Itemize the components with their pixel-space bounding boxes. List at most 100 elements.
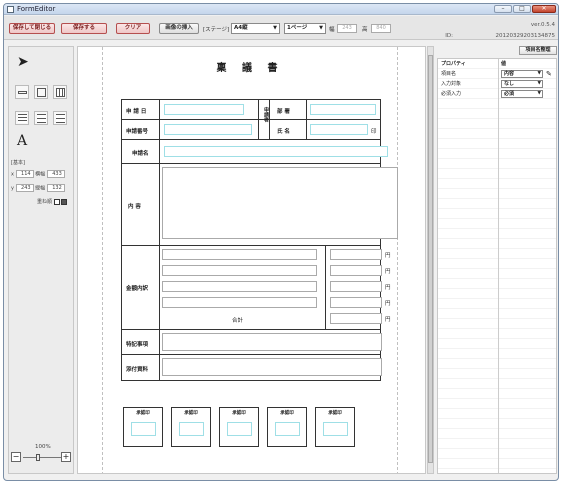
total-value[interactable] <box>330 313 382 324</box>
amount-item-2[interactable] <box>162 265 317 276</box>
text-icon[interactable]: A <box>17 133 27 149</box>
list-icon[interactable] <box>15 111 29 125</box>
send-back-icon[interactable] <box>61 198 68 205</box>
section-basic: [基本] <box>11 160 25 166</box>
property-row: 項目名 内容 ▼ ✎ <box>438 69 556 79</box>
amount-item-1[interactable] <box>162 249 317 260</box>
stage-label: [ステージ] <box>203 27 230 33</box>
zoom-in-button[interactable]: + <box>61 452 71 462</box>
special-textarea[interactable] <box>162 333 382 351</box>
window-title: FormEditor <box>17 5 56 13</box>
h-input[interactable]: 132 <box>46 184 65 192</box>
property-value: 必須 <box>504 91 515 97</box>
version-text: ver.0.5.4 <box>530 22 555 28</box>
apply-no-label: 申請番号 <box>126 129 149 135</box>
amount-item-4[interactable] <box>162 297 317 308</box>
height-input[interactable]: 840 <box>371 24 391 33</box>
approval-stamp-5[interactable]: 承認印 <box>315 407 355 447</box>
pencil-icon[interactable]: ✎ <box>546 69 552 79</box>
apply-date-label: 申 請 日 <box>126 109 147 115</box>
h-label: 縦幅 <box>35 185 46 192</box>
approval-stamp-4[interactable]: 承認印 <box>267 407 307 447</box>
apply-no-input[interactable] <box>164 124 252 135</box>
w-input[interactable]: 433 <box>46 170 65 178</box>
name-label: 氏 名 <box>277 129 290 135</box>
special-label: 特記事項 <box>126 342 149 348</box>
close-button[interactable]: ✕ <box>532 5 556 13</box>
properties-panel: プロパティ 値 項目名 内容 ▼ ✎ 入力対象 なし ▼ 必須入力 必須 ▼ <box>437 58 557 474</box>
ringi-form: 申 請 日 部 署 申請番号 氏 名 印 申請者 申請名 内 容 金額内訳 合計… <box>121 99 398 381</box>
maximize-button[interactable]: □ <box>513 5 531 13</box>
order-row: 重ね順 <box>37 198 68 205</box>
grid-icon[interactable] <box>53 85 67 99</box>
approval-stamp-1[interactable]: 承認印 <box>123 407 163 447</box>
chevron-down-icon: ▼ <box>537 71 541 76</box>
approval-stamp-2[interactable]: 承認印 <box>171 407 211 447</box>
property-header: プロパティ <box>441 61 466 67</box>
checkbox-list-icon[interactable] <box>53 111 67 125</box>
order-label: 重ね順 <box>37 199 53 205</box>
stamp-label: 承認印 <box>136 411 150 416</box>
property-row: 必須入力 必須 ▼ <box>438 89 556 99</box>
app-window: FormEditor – □ ✕ 保存して閉じる 保存する クリア 画像の挿入 … <box>3 3 559 481</box>
y-input[interactable]: 243 <box>15 184 34 192</box>
row-item-name: 申請名 <box>122 140 388 164</box>
radio-list-icon[interactable] <box>34 111 48 125</box>
property-value-select[interactable]: 内容 ▼ <box>501 70 543 78</box>
tool-palette: ➤ A [基本] x 114 横幅 433 y 243 縦幅 132 重ね順 1… <box>8 46 74 474</box>
zoom-slider-thumb[interactable] <box>36 454 40 461</box>
amount-value-2[interactable] <box>330 265 382 276</box>
yen-3: 円 <box>385 285 391 291</box>
property-value: なし <box>504 81 515 87</box>
id-label: ID: <box>445 33 453 39</box>
save-close-button[interactable]: 保存して閉じる <box>9 23 55 34</box>
width-input[interactable]: 243 <box>337 24 357 33</box>
paper: 稟 議 書 申 請 日 部 署 申請番号 氏 名 印 申請者 申請名 内 容 金… <box>102 47 398 473</box>
properties-header: プロパティ 値 <box>438 59 556 69</box>
zoom-out-button[interactable]: − <box>11 452 21 462</box>
canvas-scrollbar[interactable] <box>427 46 434 474</box>
textbox-icon[interactable] <box>15 85 29 99</box>
item-name-input[interactable] <box>164 146 388 157</box>
amount-value-1[interactable] <box>330 249 382 260</box>
properties-toolbar: 項目名整理 <box>437 46 557 56</box>
amount-value-4[interactable] <box>330 297 382 308</box>
pages-value: 1ページ <box>287 25 308 31</box>
chevron-down-icon: ▼ <box>273 25 277 31</box>
property-name: 入力対象 <box>441 81 462 87</box>
approval-stamp-3[interactable]: 承認印 <box>219 407 259 447</box>
content-textarea[interactable] <box>162 167 398 239</box>
yen-5: 円 <box>385 317 391 323</box>
yen-1: 円 <box>385 253 391 259</box>
property-value-select[interactable]: 必須 ▼ <box>501 90 543 98</box>
attachments-textarea[interactable] <box>162 358 382 376</box>
property-value-select[interactable]: なし ▼ <box>501 80 543 88</box>
organize-items-button[interactable]: 項目名整理 <box>519 46 557 55</box>
clear-button[interactable]: クリア <box>116 23 150 34</box>
save-button[interactable]: 保存する <box>61 23 107 34</box>
department-input[interactable] <box>310 104 376 115</box>
select-arrow-icon[interactable]: ➤ <box>17 55 29 69</box>
chevron-down-icon: ▼ <box>319 25 323 31</box>
amount-value-3[interactable] <box>330 281 382 292</box>
amount-label: 金額内訳 <box>126 286 149 292</box>
minimize-button[interactable]: – <box>494 5 512 13</box>
name-input[interactable] <box>310 124 368 135</box>
design-canvas[interactable]: 稟 議 書 申 請 日 部 署 申請番号 氏 名 印 申請者 申請名 内 容 金… <box>77 46 426 474</box>
pages-select[interactable]: 1ページ ▼ <box>284 23 326 34</box>
bring-front-icon[interactable] <box>53 198 60 205</box>
stamp-label: 承認印 <box>184 411 198 416</box>
yen-2: 円 <box>385 269 391 275</box>
square-icon[interactable] <box>34 85 48 99</box>
scrollbar-thumb[interactable] <box>428 55 433 463</box>
insert-image-button[interactable]: 画像の挿入 <box>159 23 199 34</box>
applicant-label: 申請者 <box>263 107 269 122</box>
amount-item-3[interactable] <box>162 281 317 292</box>
row-amount: 金額内訳 合計 円 円 円 円 円 <box>122 246 391 330</box>
attachments-label: 添付資料 <box>126 367 149 373</box>
zoom-slider[interactable] <box>23 454 61 461</box>
row-number: 申請番号 氏 名 印 <box>122 120 380 140</box>
apply-date-input[interactable] <box>164 104 244 115</box>
paper-size-select[interactable]: A4縦 ▼ <box>231 23 280 34</box>
x-input[interactable]: 114 <box>15 170 34 178</box>
